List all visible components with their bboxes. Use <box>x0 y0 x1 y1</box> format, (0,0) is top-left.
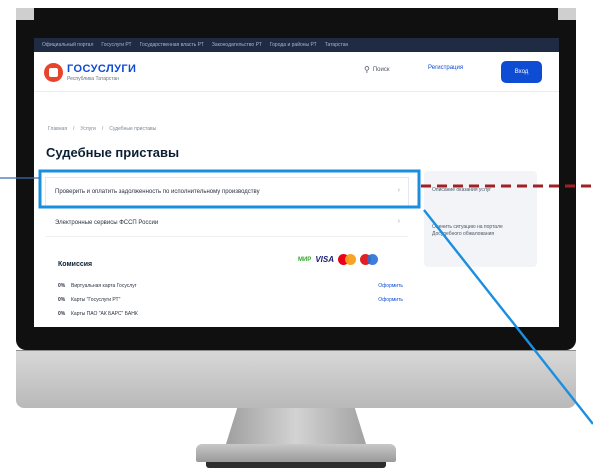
fee-row-gosuslugi-card: 0% Карты "Госуслуги РТ" Оформить <box>58 297 403 306</box>
fee-percent: 0% <box>58 283 66 289</box>
fee-row-virtual-card: 0% Виртуальная карта Госуслуг Оформить <box>58 283 403 292</box>
mir-logo-icon: МИР <box>298 256 312 263</box>
top-link-gosuslugi-rt[interactable]: Госуслуги РТ <box>101 42 131 48</box>
register-button[interactable]: Регистрация <box>428 65 463 71</box>
login-button[interactable]: Вход <box>501 61 542 83</box>
sidebar-panel: Описание оказания услуг Оценить ситуацию… <box>424 171 537 267</box>
visa-logo-icon: VISA <box>315 255 334 264</box>
top-link-cities[interactable]: Города и районы РТ <box>270 42 317 48</box>
service-card-label: Проверить и оплатить задолженность по ис… <box>55 189 260 195</box>
fee-apply-link[interactable]: Оформить <box>378 283 403 289</box>
monitor-stand-foot <box>196 444 396 462</box>
service-card-debt-check[interactable]: Проверить и оплатить задолженность по ис… <box>46 178 408 206</box>
chevron-right-icon: › <box>397 218 400 225</box>
breadcrumb: Главная / Услуги / Судебные приставы <box>48 126 156 132</box>
bezel-corner-right <box>558 8 576 20</box>
mastercard-logo-icon <box>337 254 356 265</box>
sidebar-item-pretrial-appeal[interactable]: Оценить ситуацию на портале Досудебного … <box>432 224 522 238</box>
search-label: Поиск <box>372 67 390 73</box>
payment-system-logos: МИР VISA <box>298 254 378 265</box>
fee-row-akbars-card: 0% Карты ПАО "АК БАРС" БАНК <box>58 311 403 320</box>
top-link-tatarstan[interactable]: Татарстан <box>325 42 349 48</box>
gosuslugi-logo-icon[interactable] <box>44 63 63 82</box>
fee-percent: 0% <box>58 311 66 317</box>
chevron-right-icon: › <box>397 187 400 194</box>
top-portal-bar: Официальный портал Госуслуги РТ Государс… <box>34 38 559 52</box>
top-link-official-portal[interactable]: Официальный портал <box>42 42 93 48</box>
service-card-fssp-services[interactable]: Электронные сервисы ФССП России › <box>46 209 408 237</box>
fee-percent: 0% <box>58 297 66 303</box>
sidebar-item-service-description[interactable]: Описание оказания услуг <box>432 187 522 194</box>
monitor-chin <box>16 350 576 408</box>
service-card-label: Электронные сервисы ФССП России <box>55 219 159 226</box>
search-button[interactable]: ⚲ Поиск <box>364 66 390 74</box>
page-title: Судебные приставы <box>46 145 180 160</box>
fee-card-name: Карты "Госуслуги РТ" <box>71 297 121 303</box>
logo-subtitle: Республика Татарстан <box>67 76 120 82</box>
top-link-legislation[interactable]: Законодательство РТ <box>212 42 262 48</box>
breadcrumb-current: Судебные приставы <box>109 126 157 132</box>
monitor-neck <box>226 408 366 444</box>
fee-apply-link[interactable]: Оформить <box>378 297 403 303</box>
fee-card-name: Виртуальная карта Госуслуг <box>71 283 137 289</box>
search-icon: ⚲ <box>364 65 370 74</box>
maestro-logo-icon <box>359 254 378 265</box>
fee-section-title: Комиссия <box>58 261 93 268</box>
breadcrumb-services[interactable]: Услуги <box>80 126 95 132</box>
screen: Официальный портал Госуслуги РТ Государс… <box>34 38 559 327</box>
logo-title[interactable]: ГОСУСЛУГИ <box>67 63 136 75</box>
site-header: ГОСУСЛУГИ Республика Татарстан ⚲ Поиск Р… <box>34 52 559 92</box>
monitor-stand-shadow <box>206 462 386 468</box>
bezel-corner-left <box>16 8 34 20</box>
breadcrumb-home[interactable]: Главная <box>48 126 67 132</box>
chin-divider <box>16 350 576 351</box>
breadcrumb-separator: / <box>101 126 104 132</box>
fee-card-name: Карты ПАО "АК БАРС" БАНК <box>71 311 138 317</box>
breadcrumb-separator: / <box>73 126 75 132</box>
top-link-government[interactable]: Государственная власть РТ <box>140 42 204 48</box>
